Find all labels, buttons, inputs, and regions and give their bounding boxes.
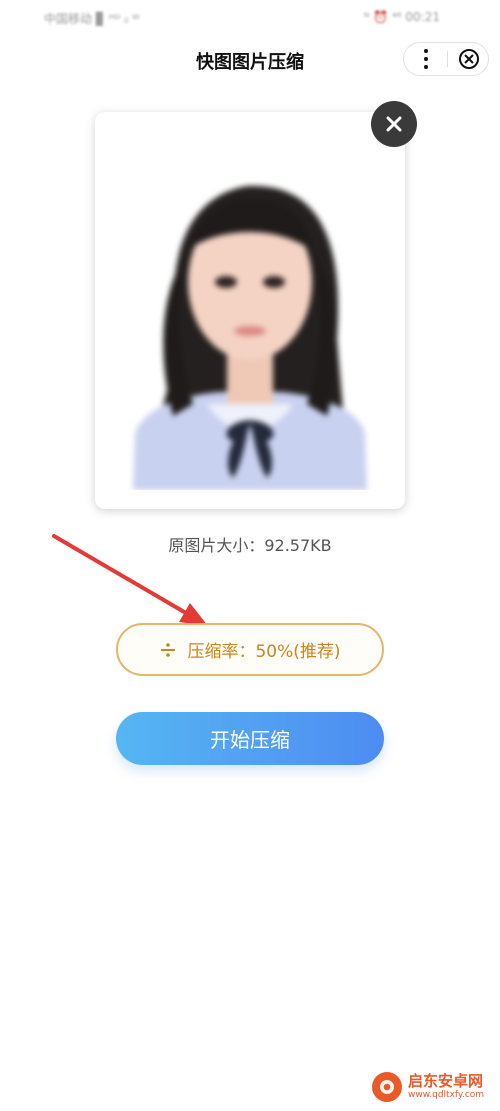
watermark-name: 启东安卓网 <box>408 1072 484 1090</box>
compression-ratio-selector[interactable]: 压缩率：50%(推荐) <box>116 623 384 676</box>
divide-icon <box>159 641 177 659</box>
more-button[interactable] <box>404 43 447 75</box>
compression-ratio-label: 压缩率：50%(推荐) <box>187 642 341 662</box>
watermark-text: 启东安卓网 www.qdltxfy.com <box>408 1074 484 1100</box>
close-button[interactable] <box>448 43 489 75</box>
carrier-status: 中国移动 ▊ ᴴᴰ ᵢₗ ᵂ <box>44 12 140 26</box>
photo-preview <box>115 134 385 490</box>
close-circle-icon <box>458 49 479 69</box>
start-compression-button[interactable]: 开始压缩 <box>116 712 384 765</box>
miniprogram-capsule <box>403 42 489 76</box>
watermark-logo-icon <box>372 1072 402 1102</box>
remove-photo-button[interactable] <box>371 101 417 147</box>
red-arrow-annotation <box>52 534 208 626</box>
photo-preview-card <box>95 112 405 509</box>
more-icon <box>423 47 428 71</box>
status-bar: 中国移动 ▊ ᴴᴰ ᵢₗ ᵂ ᴺ ⏰ ⁴⁶ 00:21 <box>0 0 500 34</box>
close-icon <box>386 116 402 132</box>
site-watermark: 启东安卓网 www.qdltxfy.com <box>372 1072 484 1102</box>
system-status: ᴺ ⏰ ⁴⁶ 00:21 <box>363 10 440 24</box>
portrait-image <box>115 134 385 490</box>
watermark-url: www.qdltxfy.com <box>408 1090 485 1100</box>
navigation-bar: 快图图片压缩 <box>0 34 500 86</box>
